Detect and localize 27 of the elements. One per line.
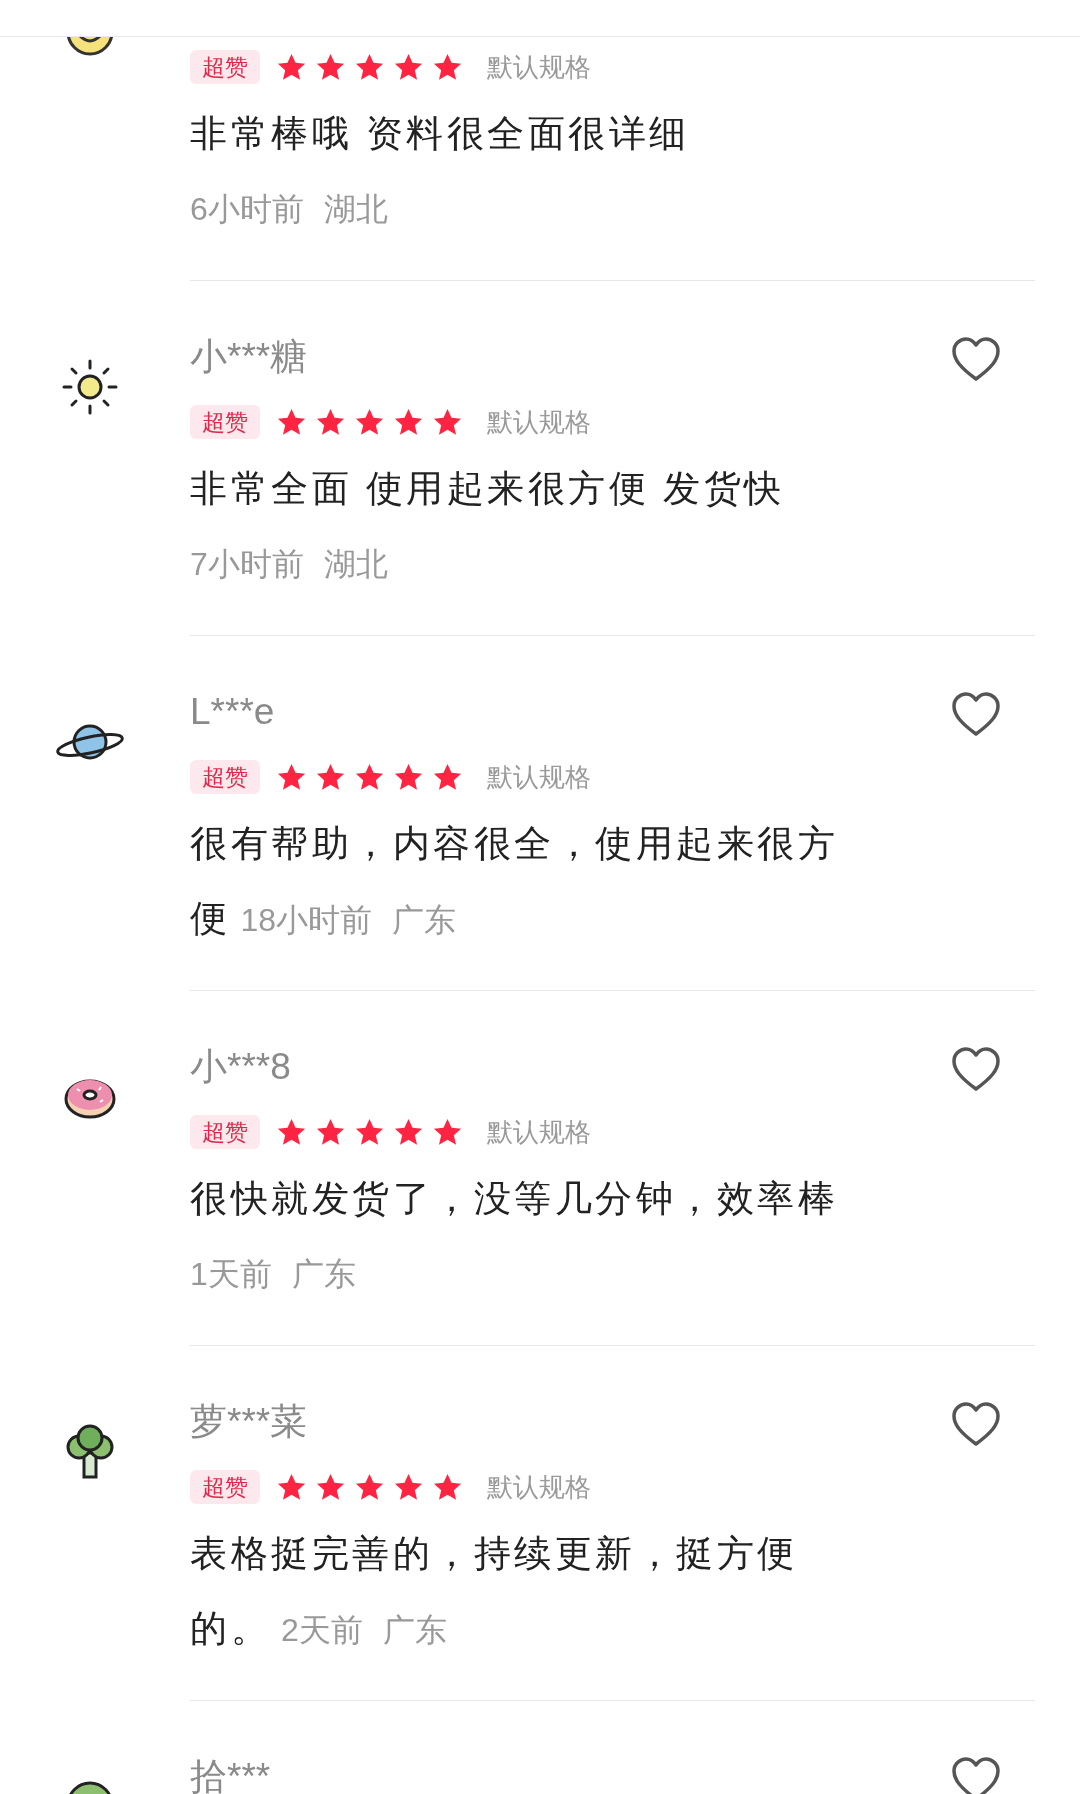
user-name: 小***糖 [190, 335, 309, 379]
user-name: L***e [190, 690, 276, 734]
review-text: 表格挺完善的，持续更新，挺方便的。 2天前 广东 [190, 1532, 799, 1651]
review-text: 很快就发货了，没等几分钟，效率棒 1天前 广东 [190, 1177, 839, 1294]
user-name: 拾*** [190, 1755, 272, 1794]
broccoli-icon [64, 1423, 116, 1481]
review-text: 非常全面 使用起来很方便 发货快 7小时前 湖北 [190, 467, 786, 584]
like-button[interactable] [951, 692, 1001, 738]
spec-label: 默认规格 [487, 405, 591, 439]
like-button[interactable] [951, 1402, 1001, 1448]
rating-tag: 超赞 [190, 1470, 260, 1504]
spec-label: 默认规格 [487, 760, 591, 794]
sun-icon [60, 357, 120, 417]
like-button[interactable] [951, 337, 1001, 383]
user-name: 萝***菜 [190, 1400, 309, 1444]
review-text: 非常棒哦 资料很全面很详细 6小时前 湖北 [190, 112, 691, 229]
spec-label: 默认规格 [487, 1470, 591, 1504]
spec-label: 默认规格 [487, 1115, 591, 1149]
rating-tag: 超赞 [190, 1115, 260, 1149]
review-text: 很有帮助，内容很全，使用起来很方便 18小时前 广东 [190, 822, 839, 941]
rating-tag: 超赞 [190, 760, 260, 794]
user-name: 小***8 [190, 1045, 292, 1089]
spec-label: 默认规格 [487, 50, 591, 84]
rating-tag: 超赞 [190, 405, 260, 439]
like-button[interactable] [951, 1757, 1001, 1794]
like-button[interactable] [951, 1047, 1001, 1093]
rating-tag: 超赞 [190, 50, 260, 84]
